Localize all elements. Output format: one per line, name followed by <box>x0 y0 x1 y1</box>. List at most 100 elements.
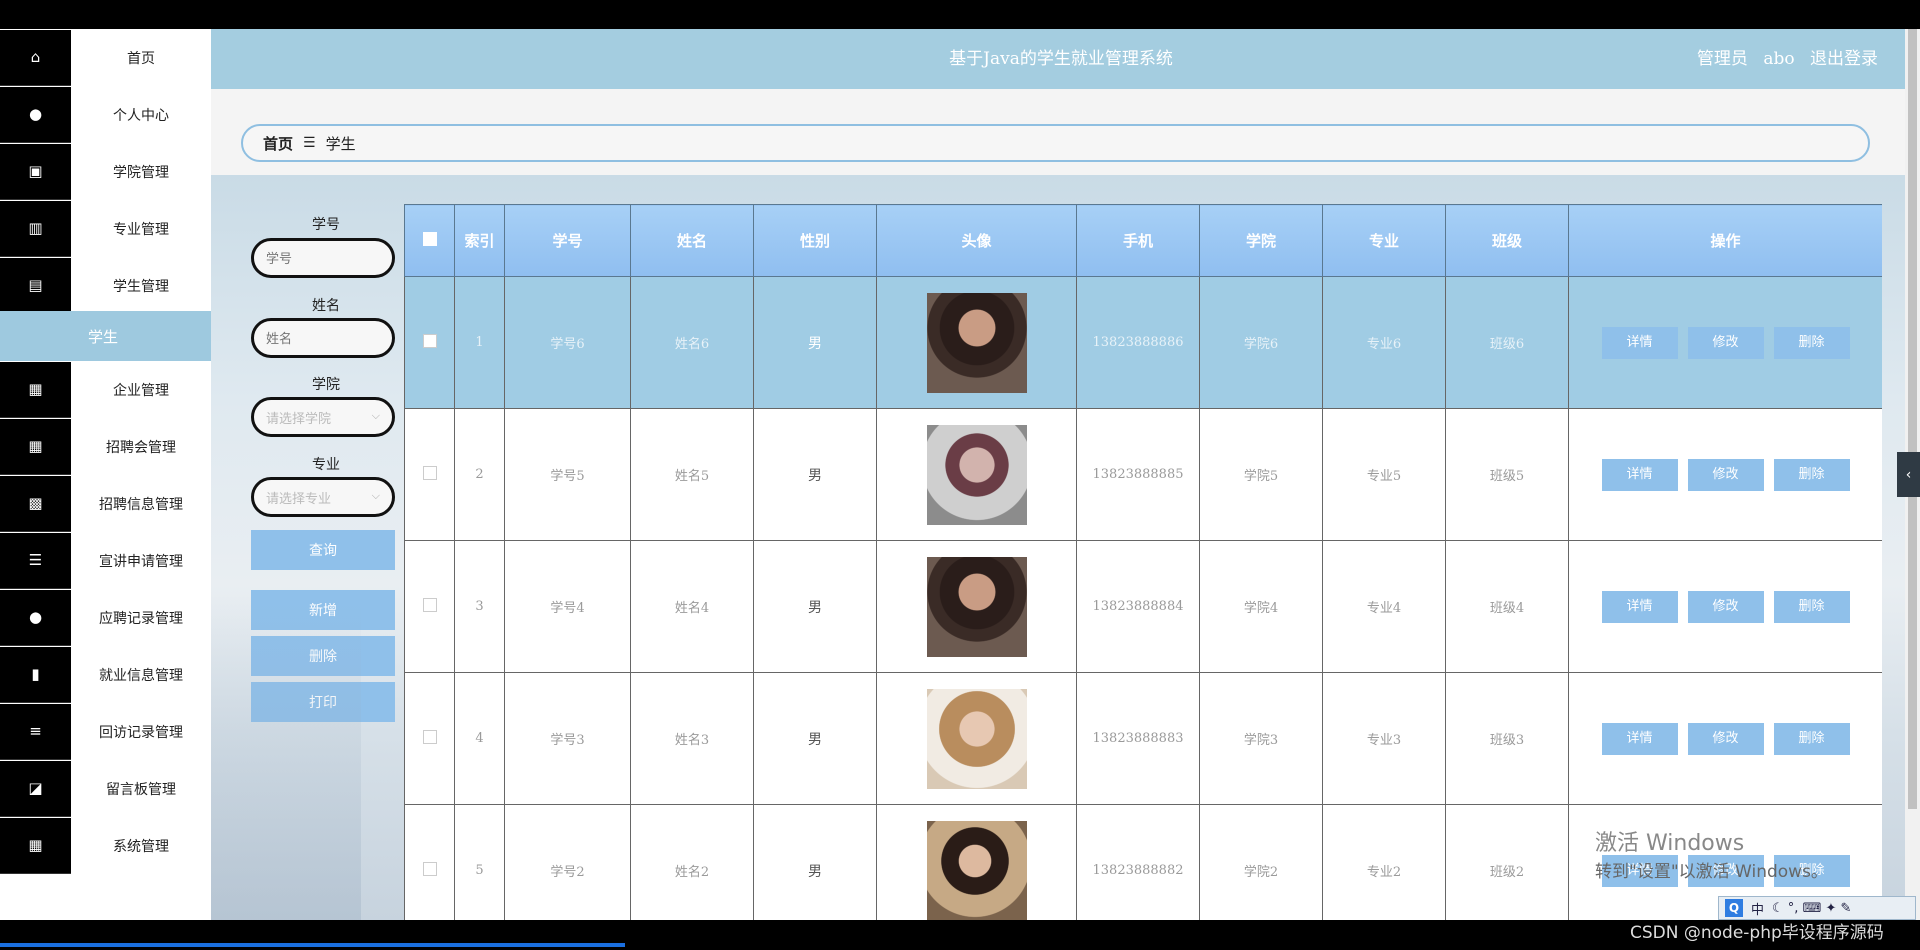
sidebar-item-recruitment-info-management[interactable]: ▩ 招聘信息管理 <box>0 475 211 532</box>
sidebar-item-system-management[interactable]: ▦ 系统管理 <box>0 817 211 874</box>
cell-class: 班级3 <box>1445 672 1569 805</box>
cell-student-no: 学号5 <box>504 408 631 541</box>
detail-button[interactable]: 详情 <box>1601 458 1678 491</box>
column-header: 性别 <box>753 204 877 277</box>
select-all-checkbox[interactable] <box>422 231 437 246</box>
sidebar-item-major-management[interactable]: ▥ 专业管理 <box>0 200 211 257</box>
cell-student-no: 学号4 <box>504 540 631 673</box>
grid-icon: ▦ <box>0 817 71 874</box>
cell-name: 姓名5 <box>630 408 754 541</box>
sidebar-item-label: 系统管理 <box>113 838 169 855</box>
row-checkbox[interactable] <box>422 729 437 744</box>
screen-top-bar <box>0 0 1920 29</box>
cell-student-no: 学号6 <box>504 276 631 409</box>
column-header: 学号 <box>504 204 631 277</box>
sidebar-item-student-management[interactable]: ▤ 学生管理 <box>0 257 211 314</box>
student-no-input[interactable] <box>251 238 395 278</box>
sidebar-item-label: 学院管理 <box>113 164 169 181</box>
row-checkbox[interactable] <box>422 333 437 348</box>
detail-button[interactable]: 详情 <box>1601 326 1678 359</box>
cell-class: 班级5 <box>1445 408 1569 541</box>
breadcrumb-home[interactable]: 首页 <box>263 133 293 154</box>
cell-name: 姓名6 <box>630 276 754 409</box>
user-role: 管理员 <box>1696 49 1748 69</box>
app-frame: ⌂ 首页 ● 个人中心 ▣ 学院管理 ▥ 专业管理 ▤ 学生管理 学生 ▦ 企业… <box>0 29 1905 920</box>
query-button[interactable]: 查询 <box>251 530 395 570</box>
sidebar-item-home[interactable]: ⌂ 首页 <box>0 29 211 86</box>
table-row[interactable]: 3 学号4 姓名4 男 13823888884 学院4 专业4 班级4 详情 修改… <box>404 540 1882 673</box>
logout-link[interactable]: 退出登录 <box>1810 49 1878 69</box>
cell-class: 班级2 <box>1445 804 1569 920</box>
cell-index: 5 <box>454 804 505 920</box>
edit-button[interactable]: 修改 <box>1687 590 1764 623</box>
delete-button[interactable]: 删除 <box>1773 722 1850 755</box>
batch-delete-button[interactable]: 删除 <box>251 636 395 676</box>
row-checkbox[interactable] <box>422 597 437 612</box>
select-all-cell[interactable] <box>404 204 455 277</box>
major-label: 专业 <box>312 457 340 473</box>
sidebar-item-application-record-management[interactable]: ● 应聘记录管理 <box>0 589 211 646</box>
sidebar-item-label: 学生 <box>88 327 119 346</box>
ime-mode-toggle[interactable]: 中 <box>1751 899 1764 918</box>
avatar <box>926 424 1027 525</box>
chevron-down-icon: ⌵ <box>371 489 380 502</box>
home-icon: ⌂ <box>0 29 71 86</box>
sidebar-item-presentation-application-management[interactable]: ☰ 宣讲申请管理 <box>0 532 211 589</box>
panel-toggle-chevron-left-icon[interactable]: ‹ <box>1897 452 1920 497</box>
cell-major: 专业6 <box>1322 276 1446 409</box>
sidebar-item-personal-center[interactable]: ● 个人中心 <box>0 86 211 143</box>
name-input[interactable] <box>251 318 395 358</box>
cell-college: 学院5 <box>1199 408 1323 541</box>
content-area: 学号 姓名 学院 请选择学院 ⌵ 专业 请选择专业 ⌵ 查询 新增 删除 打印 <box>211 175 1905 920</box>
ime-tools-icons[interactable]: ☾ °, ⌨ ✦ ✎ <box>1772 901 1851 916</box>
cell-gender: 男 <box>753 540 877 673</box>
detail-button[interactable]: 详情 <box>1601 590 1678 623</box>
detail-button[interactable]: 详情 <box>1601 722 1678 755</box>
cell-major: 专业4 <box>1322 540 1446 673</box>
cell-avatar <box>876 672 1077 805</box>
table-row[interactable]: 1 学号6 姓名6 男 13823888886 学院6 专业6 班级6 详情 修改… <box>404 276 1882 409</box>
college-select-placeholder: 请选择学院 <box>266 411 332 427</box>
cell-index: 3 <box>454 540 505 673</box>
row-checkbox[interactable] <box>422 465 437 480</box>
edit-button[interactable]: 修改 <box>1687 458 1764 491</box>
delete-button[interactable]: 删除 <box>1773 590 1850 623</box>
username: abo <box>1763 49 1795 69</box>
chart-icon: ◪ <box>0 760 71 817</box>
delete-button[interactable]: 删除 <box>1773 326 1850 359</box>
table-row[interactable]: 4 学号3 姓名3 男 13823888883 学院3 专业3 班级3 详情 修改… <box>404 672 1882 805</box>
grid-icon: ▦ <box>0 418 71 475</box>
edit-button[interactable]: 修改 <box>1687 722 1764 755</box>
cell-college: 学院6 <box>1199 276 1323 409</box>
sidebar-item-follow-up-record-management[interactable]: ≡ 回访记录管理 <box>0 703 211 760</box>
cell-phone: 13823888884 <box>1076 540 1200 673</box>
add-button[interactable]: 新增 <box>251 590 395 630</box>
sidebar-item-employment-info-management[interactable]: ▮ 就业信息管理 <box>0 646 211 703</box>
column-header: 索引 <box>454 204 505 277</box>
edit-button[interactable]: 修改 <box>1687 326 1764 359</box>
user-icon: ● <box>0 589 71 646</box>
table-row[interactable]: 2 学号5 姓名5 男 13823888885 学院5 专业5 班级5 详情 修改… <box>404 408 1882 541</box>
sidebar-item-job-fair-management[interactable]: ▦ 招聘会管理 <box>0 418 211 475</box>
sidebar-item-enterprise-management[interactable]: ▦ 企业管理 <box>0 361 211 418</box>
print-button[interactable]: 打印 <box>251 682 395 722</box>
cell-index: 4 <box>454 672 505 805</box>
college-select[interactable]: 请选择学院 ⌵ <box>251 397 395 437</box>
cell-avatar <box>876 540 1077 673</box>
ime-toolbar[interactable]: Q 中 ☾ °, ⌨ ✦ ✎ <box>1718 896 1916 920</box>
sidebar-item-college-management[interactable]: ▣ 学院管理 <box>0 143 211 200</box>
name-label: 姓名 <box>312 298 340 314</box>
cell-major: 专业2 <box>1322 804 1446 920</box>
sidebar-item-message-board-management[interactable]: ◪ 留言板管理 <box>0 760 211 817</box>
sidebar: ⌂ 首页 ● 个人中心 ▣ 学院管理 ▥ 专业管理 ▤ 学生管理 学生 ▦ 企业… <box>0 29 211 920</box>
cell-gender: 男 <box>753 408 877 541</box>
briefcase-icon: ▣ <box>0 143 71 200</box>
column-header: 头像 <box>876 204 1077 277</box>
row-checkbox[interactable] <box>422 861 437 876</box>
scroll-thumb[interactable] <box>1908 29 1917 809</box>
sidebar-subitem-student[interactable]: 学生 <box>0 311 211 361</box>
cell-index: 2 <box>454 408 505 541</box>
credit-watermark: CSDN @node-php毕设程序源码 <box>1630 923 1884 943</box>
major-select[interactable]: 请选择专业 ⌵ <box>251 477 395 517</box>
delete-button[interactable]: 删除 <box>1773 458 1850 491</box>
